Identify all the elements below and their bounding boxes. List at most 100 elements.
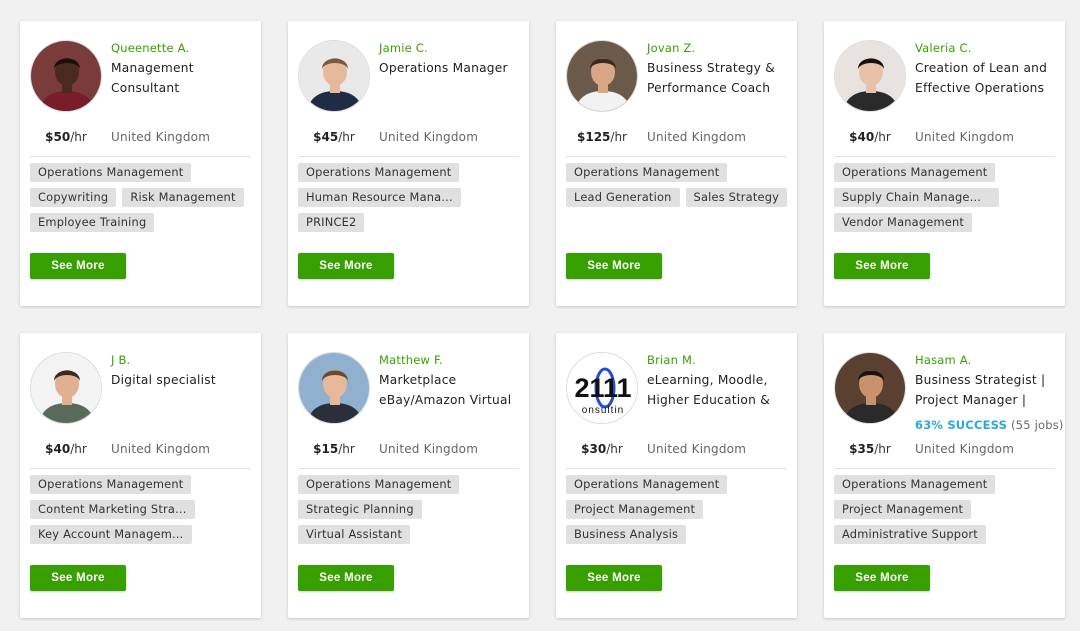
company-logo[interactable]: 2111 onsultin — [566, 352, 638, 424]
freelancer-name[interactable]: Hasam A. — [915, 353, 1057, 367]
skill-tag[interactable]: Employee Training — [30, 213, 155, 232]
freelancer-card: Queenette A. Management Consultant $50/h… — [20, 21, 261, 306]
success-jobs: (55 jobs) — [1011, 418, 1064, 432]
rate-unit: /hr — [874, 130, 891, 144]
freelancer-card: Jovan Z. Business Strategy & Performance… — [556, 21, 797, 306]
skill-tag[interactable]: Project Management — [834, 500, 972, 519]
freelancer-name[interactable]: Jamie C. — [379, 41, 521, 55]
rate-unit: /hr — [70, 442, 87, 456]
skill-tag[interactable]: Project Management — [566, 500, 704, 519]
skill-tag[interactable]: Operations Management — [834, 163, 996, 182]
see-more-button[interactable]: See More — [30, 565, 126, 591]
see-more-button[interactable]: See More — [30, 253, 126, 279]
avatar[interactable] — [298, 40, 370, 112]
rate-unit: /hr — [874, 442, 891, 456]
skill-tag[interactable]: Supply Chain Managem... — [834, 188, 999, 207]
location: United Kingdom — [111, 442, 211, 456]
freelancer-title: eLearning, Moodle, Higher Education & — [647, 373, 770, 407]
see-more-button[interactable]: See More — [566, 253, 662, 279]
skill-tag[interactable]: Business Analysis — [566, 525, 687, 544]
success-score: 63% SUCCESS (55 jobs) — [915, 418, 1064, 432]
rate-unit: /hr — [610, 130, 627, 144]
see-more-button[interactable]: See More — [298, 253, 394, 279]
see-more-button[interactable]: See More — [834, 253, 930, 279]
freelancer-title: Business Strategy & Performance Coach — [647, 61, 775, 95]
skills-list: Operations Management Human Resource Mana… — [298, 163, 522, 232]
avatar[interactable] — [298, 352, 370, 424]
rate-amount: $15 — [313, 442, 339, 456]
hourly-rate: $125/hr — [566, 130, 638, 144]
freelancer-title: Digital specialist — [111, 373, 216, 387]
freelancer-title: Marketplace eBay/Amazon Virtual — [379, 373, 512, 407]
rate-unit: /hr — [606, 442, 623, 456]
see-more-button[interactable]: See More — [834, 565, 930, 591]
skill-tag[interactable]: Operations Management — [30, 163, 192, 182]
skill-tag[interactable]: Vendor Management — [834, 213, 973, 232]
skill-tag[interactable]: Virtual Assistant — [298, 525, 411, 544]
freelancer-card: Matthew F. Marketplace eBay/Amazon Virtu… — [288, 333, 529, 618]
location: United Kingdom — [647, 130, 747, 144]
skill-tag[interactable]: Operations Management — [298, 475, 460, 494]
rate-amount: $30 — [581, 442, 607, 456]
divider — [30, 156, 251, 157]
avatar[interactable] — [834, 40, 906, 112]
skill-tag[interactable]: Copywriting — [30, 188, 117, 207]
freelancer-title: Management Consultant — [111, 61, 194, 95]
see-more-button[interactable]: See More — [298, 565, 394, 591]
freelancer-name[interactable]: Matthew F. — [379, 353, 521, 367]
divider — [30, 468, 251, 469]
location: United Kingdom — [379, 442, 479, 456]
location: United Kingdom — [379, 130, 479, 144]
skill-tag[interactable]: Risk Management — [122, 188, 244, 207]
skill-tag[interactable]: PRINCE2 — [298, 213, 365, 232]
hourly-rate: $35/hr — [834, 442, 906, 456]
skill-tag[interactable]: Administrative Support — [834, 525, 986, 544]
divider — [834, 156, 1055, 157]
divider — [834, 468, 1055, 469]
skills-list: Operations Management Lead Generation Sale… — [566, 163, 790, 207]
freelancer-name[interactable]: Queenette A. — [111, 41, 253, 55]
see-more-button[interactable]: See More — [566, 565, 662, 591]
hourly-rate: $45/hr — [298, 130, 370, 144]
freelancer-name[interactable]: J B. — [111, 353, 253, 367]
freelancer-title: Creation of Lean and Effective Operation… — [915, 61, 1048, 95]
skills-list: Operations Management Project Management B… — [566, 475, 790, 544]
rate-amount: $45 — [313, 130, 339, 144]
freelancer-title: Operations Manager — [379, 61, 508, 75]
freelancer-card: Hasam A. Business Strategist | Project M… — [824, 333, 1065, 618]
rate-amount: $125 — [577, 130, 611, 144]
location: United Kingdom — [915, 130, 1015, 144]
skill-tag[interactable]: Key Account Managem... — [30, 525, 192, 544]
freelancer-name[interactable]: Jovan Z. — [647, 41, 789, 55]
skill-tag[interactable]: Operations Management — [30, 475, 192, 494]
skill-tag[interactable]: Operations Management — [566, 163, 728, 182]
rate-amount: $40 — [45, 442, 71, 456]
avatar[interactable] — [30, 352, 102, 424]
skills-list: Operations Management Strategic Planning V… — [298, 475, 522, 544]
avatar[interactable] — [834, 352, 906, 424]
rate-unit: /hr — [338, 130, 355, 144]
skill-tag[interactable]: Operations Management — [566, 475, 728, 494]
hourly-rate: $15/hr — [298, 442, 370, 456]
location: United Kingdom — [111, 130, 211, 144]
location: United Kingdom — [915, 442, 1015, 456]
rate-amount: $35 — [849, 442, 875, 456]
skill-tag[interactable]: Human Resource Mana... — [298, 188, 461, 207]
skill-tag[interactable]: Lead Generation — [566, 188, 680, 207]
skill-tag[interactable]: Sales Strategy — [685, 188, 788, 207]
skills-list: Operations Management Copywriting Risk Man… — [30, 163, 254, 232]
hourly-rate: $40/hr — [30, 442, 102, 456]
freelancer-name[interactable]: Brian M. — [647, 353, 789, 367]
skill-tag[interactable]: Operations Management — [298, 163, 460, 182]
skill-tag[interactable]: Operations Management — [834, 475, 996, 494]
freelancer-card: Jamie C. Operations Manager $45/hr Unite… — [288, 21, 529, 306]
rate-amount: $50 — [45, 130, 71, 144]
skill-tag[interactable]: Content Marketing Stra... — [30, 500, 195, 519]
freelancer-title: Business Strategist | Project Manager | — [915, 373, 1046, 407]
avatar[interactable] — [566, 40, 638, 112]
location: United Kingdom — [647, 442, 747, 456]
freelancer-name[interactable]: Valeria C. — [915, 41, 1057, 55]
skill-tag[interactable]: Strategic Planning — [298, 500, 422, 519]
avatar[interactable] — [30, 40, 102, 112]
divider — [566, 156, 787, 157]
